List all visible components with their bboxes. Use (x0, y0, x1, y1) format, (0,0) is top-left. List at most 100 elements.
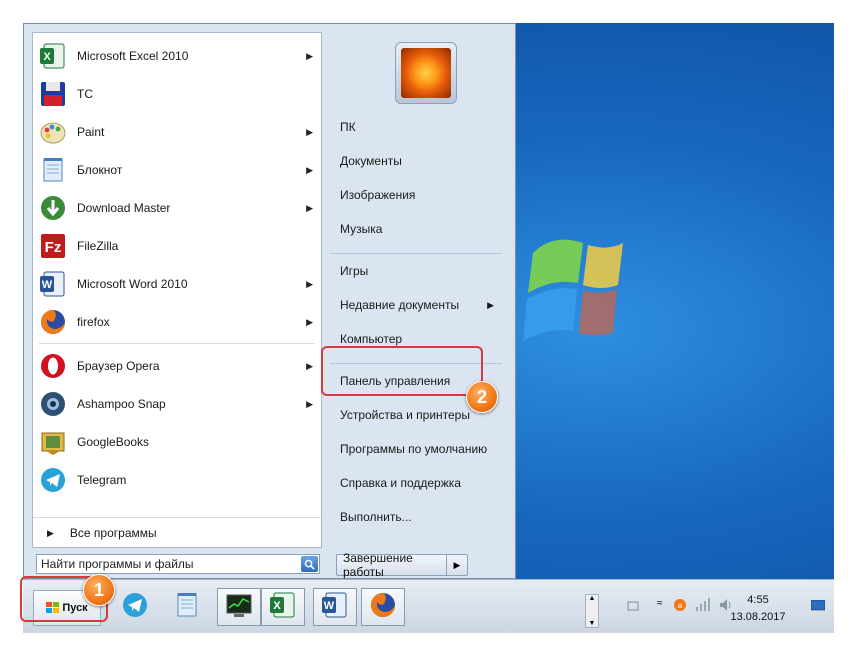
taskbar-button-task-manager[interactable] (217, 588, 261, 626)
link-label: Программы по умолчанию (340, 442, 488, 456)
submenu-arrow-icon[interactable]: ▶ (306, 51, 313, 62)
svg-text:X: X (273, 600, 281, 612)
word-icon: W (320, 590, 350, 625)
submenu-arrow-icon[interactable]: ▶ (306, 317, 313, 328)
svg-text:W: W (324, 600, 335, 612)
filezilla-icon: Fz (37, 230, 69, 262)
program-item[interactable]: GoogleBooks (33, 423, 321, 461)
submenu-arrow-icon[interactable]: ▶ (306, 361, 313, 372)
program-item[interactable]: Блокнот ▶ (33, 151, 321, 189)
program-label: Microsoft Excel 2010 (77, 49, 189, 63)
show-desktop-icon[interactable] (811, 600, 825, 612)
program-label: TC (77, 87, 93, 101)
link-recent-documents[interactable]: Недавние документы ▶ (324, 292, 500, 318)
show-hidden-icons-icon[interactable]: ≈ (657, 598, 663, 609)
link-help-support[interactable]: Справка и поддержка (324, 470, 500, 496)
taskbar-scroll[interactable]: ▲ ▼ (585, 594, 599, 628)
search-input[interactable] (37, 555, 295, 573)
link-default-programs[interactable]: Программы по умолчанию (324, 436, 500, 462)
link-label: Справка и поддержка (340, 476, 461, 490)
link-music[interactable]: Музыка (324, 216, 500, 242)
taskbar-button-excel[interactable]: X (261, 588, 305, 626)
programs-separator (39, 343, 315, 344)
step-badge-2: 2 (466, 381, 498, 413)
link-documents[interactable]: Документы (324, 148, 500, 174)
user-picture[interactable] (395, 42, 457, 104)
download-master-icon (37, 192, 69, 224)
all-programs-arrow-icon: ▶ (47, 527, 54, 538)
shutdown-button[interactable]: Завершение работы ▶ (336, 551, 468, 579)
shutdown-label: Завершение работы (343, 551, 413, 579)
program-item[interactable]: Fz FileZilla (33, 227, 321, 265)
paint-palette-icon (37, 116, 69, 148)
program-item[interactable]: Браузер Opera ▶ (33, 347, 321, 385)
control-panel-highlight (321, 346, 483, 396)
program-label: Ashampoo Snap (77, 397, 166, 411)
program-label: firefox (77, 315, 110, 329)
scroll-down-icon[interactable]: ▼ (589, 620, 596, 627)
step-badge-1: 1 (83, 574, 115, 606)
program-item[interactable]: X Microsoft Excel 2010 ▶ (33, 37, 321, 75)
search-box[interactable] (36, 554, 320, 574)
telegram-icon (37, 464, 69, 496)
taskbar-button-word[interactable]: W (313, 588, 357, 626)
program-item[interactable]: Telegram (33, 461, 321, 499)
link-label: Изображения (340, 188, 416, 202)
avast-icon[interactable]: a (673, 598, 687, 612)
submenu-arrow-icon[interactable]: ▶ (306, 165, 313, 176)
googlebooks-icon (37, 426, 69, 458)
programs-pane: X Microsoft Excel 2010 ▶ TC Paint ▶ Блокнот ▶ Do… (32, 32, 322, 548)
svg-text:W: W (42, 279, 53, 291)
places-pane: ПК Документы Изображения Музыка Игры Недавние… (322, 32, 512, 548)
notepad-icon (172, 590, 202, 625)
taskbar: Пуск XW ▲ ▼ ≈ a 4:55 13.08.2017 (23, 579, 834, 633)
excel-icon: X (37, 40, 69, 72)
network-icon[interactable] (695, 598, 711, 612)
windows-logo-wallpaper (523, 239, 623, 341)
svg-text:a: a (678, 601, 683, 610)
all-programs-item[interactable]: ▶ Все программы (33, 517, 321, 548)
submenu-arrow-icon[interactable]: ▶ (306, 399, 313, 410)
link-run[interactable]: Выполнить... (324, 504, 500, 530)
start-menu: X Microsoft Excel 2010 ▶ TC Paint ▶ Блокнот ▶ Do… (23, 23, 516, 579)
places-separator (330, 253, 502, 254)
program-label: FileZilla (77, 239, 119, 253)
link-games[interactable]: Игры (324, 258, 500, 284)
shutdown-options-arrow-icon[interactable]: ▶ (446, 555, 467, 575)
svg-text:Fz: Fz (45, 239, 62, 256)
floppy-disk-icon (37, 78, 69, 110)
language-icon[interactable] (627, 600, 639, 612)
submenu-arrow-icon[interactable]: ▶ (306, 203, 313, 214)
taskbar-button-telegram[interactable] (113, 588, 157, 626)
clock[interactable]: 4:55 13.08.2017 (727, 592, 789, 626)
opera-icon (37, 350, 69, 382)
submenu-arrow-icon[interactable]: ▶ (306, 127, 313, 138)
link-pc[interactable]: ПК (324, 114, 500, 140)
taskbar-button-firefox[interactable] (361, 588, 405, 626)
taskbar-button-notepad[interactable] (165, 588, 209, 626)
program-item[interactable]: Ashampoo Snap ▶ (33, 385, 321, 423)
link-images[interactable]: Изображения (324, 182, 500, 208)
excel-icon: X (268, 590, 298, 625)
firefox-icon (368, 590, 398, 625)
link-label: Игры (340, 264, 369, 278)
clock-time: 4:55 (747, 594, 769, 606)
program-item[interactable]: W Microsoft Word 2010 ▶ (33, 265, 321, 303)
scroll-up-icon[interactable]: ▲ (589, 595, 596, 602)
search-icon[interactable] (301, 556, 318, 572)
program-item[interactable]: TC (33, 75, 321, 113)
program-label: Paint (77, 125, 105, 139)
screen: X Microsoft Excel 2010 ▶ TC Paint ▶ Блокнот ▶ Do… (23, 23, 834, 633)
notepad-icon (37, 154, 69, 186)
link-label: Выполнить... (340, 510, 412, 524)
ashampoo-snap-icon (37, 388, 69, 420)
svg-text:X: X (43, 51, 51, 63)
link-label: Документы (340, 154, 402, 168)
program-item[interactable]: firefox ▶ (33, 303, 321, 341)
link-label: Устройства и принтеры (340, 408, 470, 422)
link-label: Музыка (340, 222, 383, 236)
submenu-arrow-icon[interactable]: ▶ (306, 279, 313, 290)
submenu-arrow-icon[interactable]: ▶ (487, 300, 494, 311)
program-item[interactable]: Paint ▶ (33, 113, 321, 151)
program-item[interactable]: Download Master ▶ (33, 189, 321, 227)
